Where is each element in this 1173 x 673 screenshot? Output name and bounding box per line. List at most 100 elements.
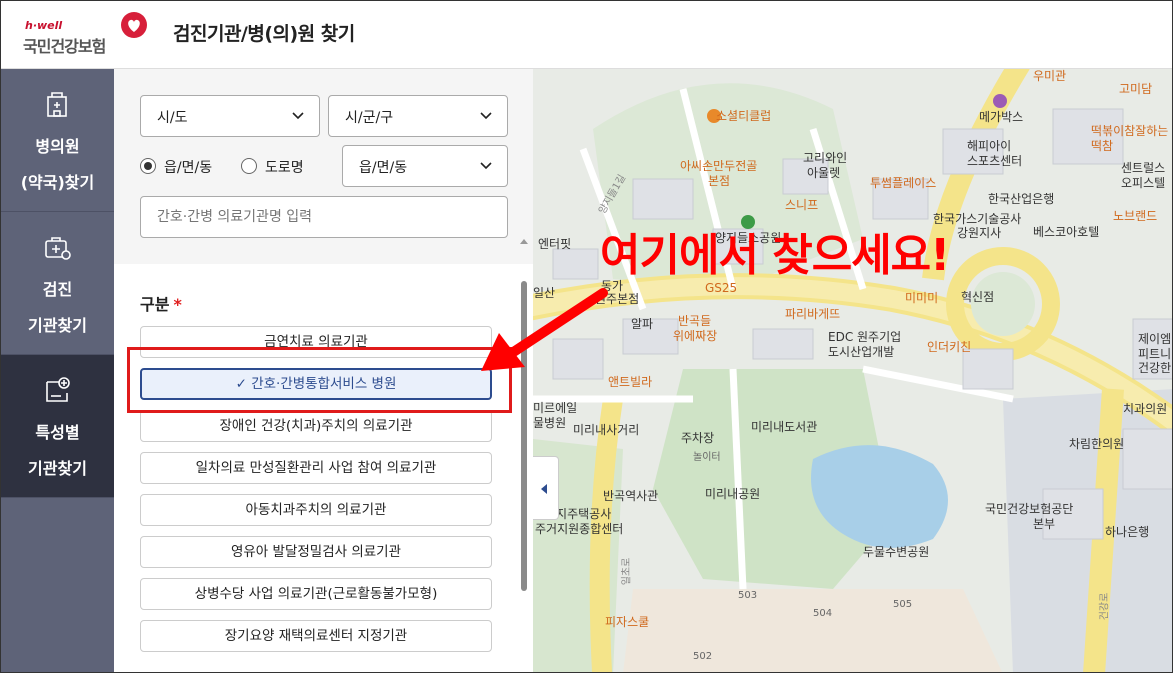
map-label[interactable]: 본점 [708, 174, 730, 189]
map-label[interactable]: 오피스텔 [1121, 176, 1165, 191]
map-label[interactable]: 고미담 [1119, 82, 1152, 97]
left-nav: 병의원 (약국)찾기 검진 기관찾기 특성별 기관찾기 [1, 69, 114, 672]
map-label[interactable]: 해피아이 [967, 139, 1011, 154]
map-label[interactable]: 미리내사거리 [573, 423, 639, 438]
map-label[interactable]: 알파 [631, 317, 653, 332]
map-label[interactable]: 미리내공원 [705, 487, 760, 502]
map-label[interactable]: 미리내도서관 [751, 420, 817, 435]
dong-select[interactable]: 읍/면/동 [342, 145, 508, 187]
nav-label-2: 기관찾기 [28, 316, 87, 335]
map-label[interactable]: 센트럴스 [1121, 161, 1165, 176]
required-mark: * [173, 295, 182, 314]
category-label-text: 구분 [140, 295, 170, 314]
nav-label-1: 병의원 [35, 137, 80, 156]
map-label[interactable]: 엔터핏 [538, 237, 571, 252]
map-label[interactable]: 우미관 [1033, 69, 1066, 84]
map-label[interactable]: 소셜티클럽 [716, 109, 771, 124]
map-label[interactable]: 떡참 [1091, 139, 1113, 154]
map-label[interactable]: 인더키친 [927, 340, 971, 355]
logo-tagline: h·well [25, 19, 63, 32]
nav-checkup-institution[interactable]: 검진 기관찾기 [1, 212, 114, 355]
map-label[interactable]: 제이엠 [1138, 332, 1171, 347]
map-label: 503 [738, 590, 758, 601]
logo-text: 국민건강보험 [23, 37, 106, 56]
chevron-left-icon [541, 484, 547, 494]
map-label[interactable]: 치과의원 [1123, 402, 1167, 417]
filter-area: 시/도 시/군/구 읍/면/동 도로명 읍/면/동 [114, 69, 533, 264]
map-label[interactable]: 물병원 [533, 416, 566, 431]
map-label: 505 [893, 599, 913, 610]
map-label[interactable]: 스니프 [785, 198, 818, 213]
dong-value: 읍/면/동 [359, 160, 408, 176]
map-label[interactable]: 차림한의원 [1069, 437, 1124, 452]
map-label[interactable]: EDC 원주기업 [828, 330, 901, 345]
category-infant-development[interactable]: 영유아 발달정밀검사 의료기관 [140, 536, 492, 568]
map-label[interactable]: 스포츠센터 [967, 154, 1022, 169]
map-label[interactable]: 피트니 [1138, 347, 1171, 362]
page-title: 검진기관/병(의)원 찾기 [173, 23, 355, 45]
map-label[interactable]: 혁신점 [961, 290, 994, 305]
institution-search-input[interactable] [140, 196, 508, 238]
chevron-down-icon [292, 112, 304, 120]
chevron-down-icon [480, 162, 492, 170]
map-label[interactable]: 두물수변공원 [863, 545, 929, 560]
highlight-box [127, 347, 512, 413]
map-label[interactable]: 베스코아호텔 [1033, 225, 1099, 240]
cinema-pin-icon[interactable] [993, 94, 1007, 108]
category-label: 구분 * [140, 291, 182, 315]
nav-special-institution[interactable]: 특성별 기관찾기 [1, 355, 114, 498]
scroll-up-icon[interactable] [520, 239, 528, 244]
map-label[interactable]: 피자스쿨 [605, 615, 649, 630]
chevron-down-icon [480, 112, 492, 120]
map-label[interactable]: 도시산업개발 [828, 345, 894, 360]
map-label[interactable]: 미르에일 [533, 401, 577, 416]
map-label[interactable]: 본부 [1033, 517, 1055, 532]
nhis-logo[interactable]: h·well 국민건강보험 [23, 11, 151, 57]
map-label[interactable]: 강원지사 [957, 226, 1001, 241]
map-label: 504 [813, 608, 833, 619]
map-view[interactable]: 우미관 고미담 메가박스 떡볶이참잘하는 떡참 센트럴스 오피스텔 소셜티클럽 … [533, 69, 1172, 672]
map-label[interactable]: 고리와인 [803, 151, 847, 166]
map-label[interactable]: 파리바게뜨 [785, 307, 840, 322]
heart-logo-icon [121, 12, 147, 38]
map-label[interactable]: 반곡들 [678, 314, 711, 329]
category-home-care-center[interactable]: 장기요양 재택의료센터 지정기관 [140, 620, 492, 652]
map-label[interactable]: 주차장 [681, 431, 714, 446]
map-label[interactable]: 아울렛 [807, 166, 840, 181]
map-label[interactable]: 떡볶이참잘하는 [1091, 124, 1168, 139]
map-label: 일초로 [621, 557, 633, 586]
map-label[interactable]: 위에짜장 [673, 329, 717, 344]
map-label[interactable]: 노브랜드 [1113, 209, 1157, 224]
radio-unchecked-icon [241, 158, 257, 174]
sido-select[interactable]: 시/도 [140, 95, 320, 137]
map-label[interactable]: 주거지원종합센터 [535, 522, 623, 537]
map-label[interactable]: 메가박스 [979, 110, 1023, 125]
map-label[interactable]: 건강한 [1138, 361, 1171, 376]
map-label[interactable]: 아씨손만두전골 [680, 159, 757, 174]
map-label[interactable]: 투썸플레이스 [870, 176, 936, 191]
category-disabled-dental[interactable]: 장애인 건강(치과)주치의 의료기관 [140, 410, 492, 442]
map-label[interactable]: 반곡역사관 [603, 489, 658, 504]
nav-hospital-pharmacy[interactable]: 병의원 (약국)찾기 [1, 69, 114, 212]
app-window: h·well 국민건강보험 검진기관/병(의)원 찾기 병의원 (약국)찾기 검… [0, 0, 1173, 673]
red-arrow-icon [481, 288, 608, 371]
map-label[interactable]: GS25 [705, 281, 737, 296]
map-label[interactable]: 미미미 [905, 291, 938, 306]
map-label[interactable]: 놀이터 [693, 450, 721, 465]
nav-label-2: 기관찾기 [28, 459, 87, 478]
map-label[interactable]: 하나은행 [1105, 525, 1149, 540]
radio-label: 읍/면/동 [164, 160, 213, 176]
category-chronic-disease[interactable]: 일차의료 만성질환관리 사업 참여 의료기관 [140, 452, 492, 484]
category-child-dental[interactable]: 아동치과주치의 의료기관 [140, 494, 492, 526]
sigungu-select[interactable]: 시/군/구 [328, 95, 508, 137]
radio-label: 도로명 [265, 160, 304, 176]
sido-value: 시/도 [157, 110, 188, 126]
panel-collapse-button[interactable] [533, 456, 559, 520]
category-sickness-allowance[interactable]: 상병수당 사업 의료기관(근로활동불가모형) [140, 578, 492, 610]
annotation-text: 여기에서 찾으세요! [600, 230, 950, 281]
map-label[interactable]: 한국산업은행 [988, 192, 1054, 207]
radio-checked-icon [140, 158, 156, 174]
map-label[interactable]: 국민건강보험공단 [985, 502, 1073, 517]
map-label: 건강로 [1099, 592, 1111, 621]
map-label[interactable]: 앤트빌라 [608, 375, 652, 390]
